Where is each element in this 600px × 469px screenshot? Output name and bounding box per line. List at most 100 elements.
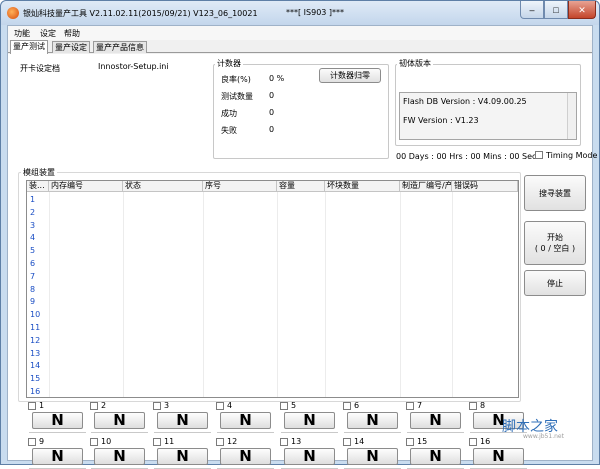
device-row-number[interactable]: 4	[30, 233, 35, 242]
menu-help[interactable]: 帮助	[64, 28, 80, 39]
close-button[interactable]: ✕	[568, 1, 596, 19]
slot-4-checkbox[interactable]	[216, 402, 224, 410]
slot-5-status-button[interactable]: N	[284, 412, 335, 429]
slot-4-label: 4	[227, 401, 233, 410]
slot-6-checkbox[interactable]	[343, 402, 351, 410]
slot-2-status-button[interactable]: N	[94, 412, 145, 429]
success-value: 0	[269, 108, 275, 117]
slot-separator	[91, 432, 148, 433]
slot-8-checkbox[interactable]	[469, 402, 477, 410]
column-divider	[203, 192, 204, 397]
slot-12-checkbox[interactable]	[216, 438, 224, 446]
device-row-number[interactable]: 16	[30, 387, 40, 396]
col-serial-header[interactable]: 序号	[203, 181, 277, 192]
slot-16-checkbox[interactable]	[469, 438, 477, 446]
column-divider	[123, 192, 124, 397]
slot-7-checkbox[interactable]	[406, 402, 414, 410]
window-title: 银灿科技量产工具 V2.11.02.11(2015/09/21) V123_06…	[23, 9, 258, 18]
device-row-number[interactable]: 7	[30, 272, 35, 281]
device-row-number[interactable]: 6	[30, 259, 35, 268]
slot-10-checkbox[interactable]	[90, 438, 98, 446]
slot-1-label: 1	[39, 401, 45, 410]
slot-5-label: 5	[291, 401, 297, 410]
client-area: 功能 设定 帮助 量产测试 量产设定 量产产品信息 开卡设定档 Innostor…	[7, 25, 597, 469]
slot-separator	[217, 432, 274, 433]
slot-1-checkbox[interactable]	[28, 402, 36, 410]
menu-function[interactable]: 功能	[14, 28, 30, 39]
slot-9-status-button[interactable]: N	[32, 448, 83, 465]
slot-14-status-button[interactable]: N	[347, 448, 398, 465]
col-manufacturer-header[interactable]: 制造厂编号/产...	[400, 181, 452, 192]
slot-13-checkbox[interactable]	[280, 438, 288, 446]
slot-9-checkbox[interactable]	[28, 438, 36, 446]
slot-12-label: 12	[227, 437, 238, 446]
slot-13-status-button[interactable]: N	[284, 448, 335, 465]
slot-4-status-button[interactable]: N	[220, 412, 271, 429]
slot-16-status-button[interactable]: N	[473, 448, 524, 465]
col-device-header[interactable]: 装...	[27, 181, 49, 192]
tab-product-info[interactable]: 量产产品信息	[93, 41, 147, 53]
column-divider	[325, 192, 326, 397]
device-row-number[interactable]: 12	[30, 336, 40, 345]
start-button[interactable]: 开始 ( 0 / 空白 )	[524, 221, 586, 265]
slot-11-checkbox[interactable]	[153, 438, 161, 446]
tab-production-settings[interactable]: 量产设定	[52, 41, 90, 53]
slot-2-checkbox[interactable]	[90, 402, 98, 410]
slot-12-status-button[interactable]: N	[220, 448, 271, 465]
slot-10-status-button[interactable]: N	[94, 448, 145, 465]
slot-6-status-button[interactable]: N	[347, 412, 398, 429]
device-title: 模组装置	[21, 167, 57, 178]
col-error-code-header[interactable]: 错误码	[452, 181, 518, 192]
slot-3-checkbox[interactable]	[153, 402, 161, 410]
device-list[interactable]: 装...内存编号状态序号容量坏块数量制造厂编号/产...错误码 12345678…	[26, 180, 519, 398]
slot-11-status-button[interactable]: N	[157, 448, 208, 465]
tab-production-test[interactable]: 量产测试	[10, 40, 48, 54]
fail-value: 0	[269, 125, 275, 134]
column-divider	[277, 192, 278, 397]
test-count-label: 测试数量	[221, 92, 253, 101]
timing-mode-checkbox[interactable]	[535, 151, 543, 159]
device-row-number[interactable]: 10	[30, 310, 40, 319]
slot-15-label: 15	[417, 437, 428, 446]
col-bad-blocks-header[interactable]: 坏块数量	[325, 181, 400, 192]
title-bar[interactable]: 银灿科技量产工具 V2.11.02.11(2015/09/21) V123_06…	[1, 1, 599, 25]
device-row-number[interactable]: 14	[30, 361, 40, 370]
search-devices-button[interactable]: 搜寻装置	[524, 175, 586, 211]
device-row-number[interactable]: 5	[30, 246, 35, 255]
slot-8-label: 8	[480, 401, 486, 410]
device-row-number[interactable]: 11	[30, 323, 40, 332]
slot-7-status-button[interactable]: N	[410, 412, 461, 429]
slot-16-label: 16	[480, 437, 491, 446]
counter-title: 计数器	[215, 58, 243, 69]
col-status-header[interactable]: 状态	[123, 181, 203, 192]
flash-db-version: Flash DB Version : V4.09.00.25	[403, 97, 527, 106]
device-row-number[interactable]: 1	[30, 195, 35, 204]
col-memory-id-header[interactable]: 内存编号	[49, 181, 123, 192]
slot-14-label: 14	[354, 437, 365, 446]
device-list-header: 装...内存编号状态序号容量坏块数量制造厂编号/产...错误码	[27, 181, 518, 192]
success-label: 成功	[221, 109, 237, 118]
reset-counter-button[interactable]: 计数器归零	[319, 68, 381, 83]
device-row-number[interactable]: 13	[30, 349, 40, 358]
device-row-number[interactable]: 2	[30, 208, 35, 217]
maximize-button[interactable]: □	[544, 1, 568, 19]
firmware-scrollbar[interactable]	[567, 93, 576, 139]
start-label: 开始	[547, 233, 563, 242]
device-row-number[interactable]: 3	[30, 221, 35, 230]
device-row-number[interactable]: 8	[30, 285, 35, 294]
slot-5-checkbox[interactable]	[280, 402, 288, 410]
slot-14-checkbox[interactable]	[343, 438, 351, 446]
column-divider	[400, 192, 401, 397]
slot-15-status-button[interactable]: N	[410, 448, 461, 465]
col-capacity-header[interactable]: 容量	[277, 181, 325, 192]
slot-3-status-button[interactable]: N	[157, 412, 208, 429]
device-row-number[interactable]: 15	[30, 374, 40, 383]
minimize-button[interactable]: –	[520, 1, 544, 19]
slot-1-status-button[interactable]: N	[32, 412, 83, 429]
slot-13-label: 13	[291, 437, 302, 446]
device-row-number[interactable]: 9	[30, 297, 35, 306]
menu-settings[interactable]: 设定	[40, 28, 56, 39]
timing-mode-label: Timing Mode	[546, 151, 598, 160]
slot-15-checkbox[interactable]	[406, 438, 414, 446]
stop-button[interactable]: 停止	[524, 270, 586, 296]
